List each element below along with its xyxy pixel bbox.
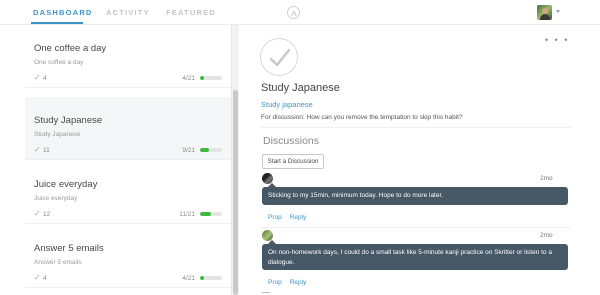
a-logo-icon[interactable]	[287, 6, 300, 19]
habit-item[interactable]: Answer 5 emails Answer 5 emails ✓ 4 4/21	[25, 225, 231, 288]
habit-subtitle: Juice everyday	[34, 195, 78, 202]
more-dots-icon[interactable]: • • •	[545, 35, 569, 45]
checkmark-icon: ✓	[34, 73, 41, 82]
tab-featured[interactable]: FEATURED	[166, 8, 216, 17]
comment-actions: Prop Reply	[268, 279, 314, 286]
checkmark-icon: ✓	[34, 209, 41, 218]
habit-title: Study Japanese	[34, 115, 103, 126]
tab-dashboard[interactable]: DASHBOARD	[33, 8, 93, 17]
reply-link[interactable]: Reply	[290, 279, 307, 286]
habit-list: One coffee a day One coffee a day ✓ 4 4/…	[25, 25, 231, 295]
checkin-count: 12	[43, 211, 51, 218]
progress-ratio: 9/21	[182, 147, 195, 154]
comment-actions: Prop Reply	[268, 214, 314, 221]
comment-bubble: Sticking to my 15min, minimum today. Hop…	[262, 183, 568, 205]
progress-bar	[200, 148, 222, 152]
active-tab-indicator	[31, 22, 83, 24]
divider	[261, 127, 571, 128]
divider	[261, 227, 571, 228]
comment-bubble: On non-homework days, I could do a small…	[262, 240, 568, 270]
prop-link[interactable]: Prop	[268, 279, 282, 286]
comment-text: On non-homework days, I could do a small…	[268, 249, 552, 266]
scrollbar[interactable]	[231, 25, 239, 295]
progress-ratio: 11/21	[179, 211, 195, 218]
start-discussion-button[interactable]: Start a Discussion	[262, 154, 324, 169]
habit-link[interactable]: Study japanese	[261, 100, 313, 109]
scrollbar-thumb[interactable]	[233, 90, 238, 295]
reply-link[interactable]: Reply	[290, 214, 307, 221]
habit-item[interactable]: One coffee a day One coffee a day ✓ 4 4/…	[25, 25, 231, 88]
checkin-count: 4	[43, 75, 47, 82]
habit-title: Study Japanese	[261, 82, 340, 94]
avatar[interactable]	[537, 5, 552, 20]
habit-subtitle: One coffee a day	[34, 59, 84, 66]
comment-time: 2mo	[540, 232, 553, 239]
discussion-prompt: For discussion: How can you remove the t…	[261, 114, 463, 121]
habit-item[interactable]: Study Japanese Study Japanese ✓ 11 9/21	[25, 97, 231, 160]
progress-bar	[200, 212, 222, 216]
comment-text: Sticking to my 15min, minimum today. Hop…	[268, 192, 444, 199]
tab-activity[interactable]: ACTIVITY	[106, 8, 150, 17]
top-nav: DASHBOARD ACTIVITY FEATURED	[0, 0, 600, 25]
checkin-count: 11	[43, 147, 50, 154]
habit-title: Answer 5 emails	[34, 243, 104, 254]
comment-time: 2mo	[540, 175, 553, 182]
habit-title: Juice everyday	[34, 179, 98, 190]
progress-bar	[200, 276, 222, 280]
checkmark-icon: ✓	[34, 145, 41, 154]
chevron-down-icon[interactable]	[556, 10, 560, 13]
habit-detail: • • • Study Japanese Study japanese For …	[240, 25, 600, 295]
discussions-heading: Discussions	[263, 135, 320, 147]
progress-ratio: 4/21	[182, 275, 195, 282]
progress-ratio: 4/21	[182, 75, 195, 82]
habit-title: One coffee a day	[34, 43, 107, 54]
checkmark-icon: ✓	[34, 273, 41, 282]
habit-item[interactable]: Juice everyday Juice everyday ✓ 12 11/21	[25, 161, 231, 224]
checkmark-icon[interactable]	[260, 38, 298, 76]
progress-bar	[200, 76, 222, 80]
checkin-count: 4	[43, 275, 47, 282]
habit-subtitle: Study Japanese	[34, 131, 81, 138]
prop-link[interactable]: Prop	[268, 214, 282, 221]
habit-subtitle: Answer 5 emails	[34, 259, 82, 266]
